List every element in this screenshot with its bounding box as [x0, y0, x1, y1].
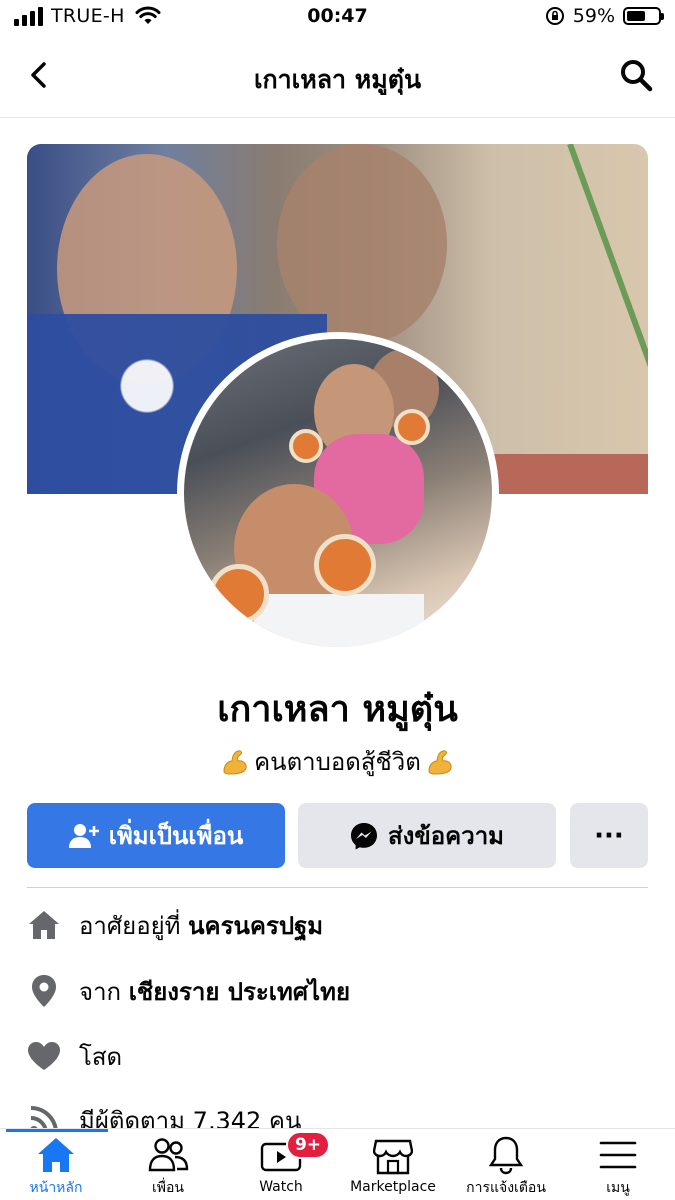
tab-friends-label: เพื่อน — [152, 1180, 184, 1196]
watch-badge: 9+ — [286, 1131, 330, 1159]
back-arrow-icon[interactable] — [22, 58, 56, 92]
friends-icon — [148, 1138, 189, 1172]
bio-text: คนตาบอดสู้ชีวิต — [254, 748, 421, 776]
info-relationship: โสด — [27, 1031, 648, 1081]
add-person-icon — [68, 823, 99, 848]
add-friend-button[interactable]: เพิ่มเป็นเพื่อน — [27, 803, 285, 868]
home-icon — [27, 908, 61, 942]
battery-percent: 59% — [572, 5, 615, 27]
orientation-lock-icon — [545, 7, 564, 25]
hamburger-menu-icon — [599, 1141, 637, 1169]
status-bar: TRUE-H 00:47 59% — [0, 0, 675, 36]
from-prefix: จาก — [79, 977, 122, 1006]
marketplace-shop-icon — [373, 1139, 413, 1175]
tab-watch-label: Watch — [259, 1179, 303, 1195]
info-lives-in: อาศัยอยู่ที่ นครนครปฐม — [27, 900, 648, 950]
message-label: ส่งข้อความ — [387, 822, 504, 850]
top-nav-bar: เกาเหลา หมูตุ๋น — [0, 36, 675, 118]
tab-menu-label: เมนู — [606, 1180, 630, 1196]
location-pin-icon — [27, 974, 61, 1008]
profile-name: เกาเหลา หมูตุ๋น — [217, 689, 458, 730]
battery-icon — [623, 7, 664, 25]
lives-in-place[interactable]: นครนครปฐม — [188, 906, 323, 945]
more-options-icon: ··· — [594, 820, 624, 851]
add-friend-label: เพิ่มเป็นเพื่อน — [108, 822, 244, 850]
more-options-button[interactable]: ··· — [570, 803, 648, 868]
nav-title: เกาเหลา หมูตุ๋น — [253, 65, 422, 94]
section-divider — [27, 887, 648, 888]
search-icon[interactable] — [617, 56, 655, 94]
heart-icon — [27, 1039, 61, 1073]
tab-notifications-label: การแจ้งเตือน — [466, 1180, 546, 1196]
home-icon — [38, 1138, 74, 1172]
status-right: 59% — [545, 5, 664, 27]
tab-home[interactable]: หน้าหลัก — [0, 1135, 112, 1199]
relationship-status: โสด — [79, 1042, 123, 1071]
tab-home-label: หน้าหลัก — [29, 1180, 83, 1196]
bell-icon — [488, 1136, 524, 1175]
tab-friends[interactable]: เพื่อน — [112, 1135, 224, 1199]
info-from: จาก เชียงราย ประเทศไทย — [27, 966, 648, 1016]
tab-watch[interactable]: 9+ Watch — [225, 1131, 337, 1199]
messenger-icon — [350, 822, 377, 849]
message-button[interactable]: ส่งข้อความ — [298, 803, 556, 868]
tab-menu[interactable]: เมนู — [562, 1135, 674, 1199]
from-place[interactable]: เชียงราย ประเทศไทย — [129, 972, 350, 1011]
profile-bio: คนตาบอดสู้ชีวิต — [0, 742, 675, 781]
active-tab-indicator — [6, 1129, 108, 1132]
bottom-tab-bar: หน้าหลัก เพื่อน 9+ Watch Marketplace การ… — [0, 1128, 675, 1200]
tab-marketplace-label: Marketplace — [350, 1179, 436, 1195]
lives-in-prefix: อาศัยอยู่ที่ — [79, 911, 181, 940]
tab-notifications[interactable]: การแจ้งเตือน — [450, 1135, 562, 1199]
flexed-biceps-icon — [428, 749, 452, 775]
flexed-biceps-icon — [223, 749, 247, 775]
profile-picture[interactable] — [184, 339, 492, 647]
tab-marketplace[interactable]: Marketplace — [337, 1135, 449, 1199]
